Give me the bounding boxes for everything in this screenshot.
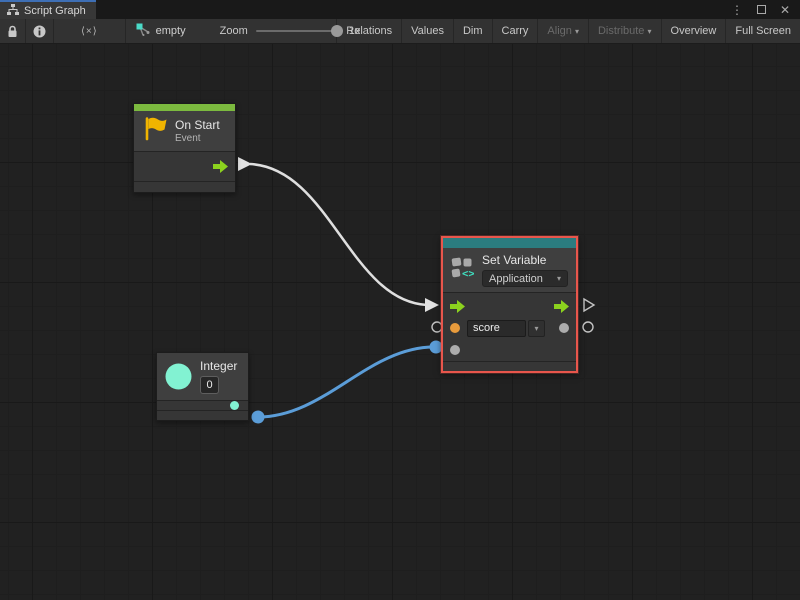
- info-button[interactable]: [26, 19, 54, 43]
- chevron-down-icon: ▾: [575, 27, 579, 36]
- control-input-port[interactable]: [450, 300, 465, 313]
- svg-text:<>: <>: [462, 268, 474, 278]
- output-port-outer-circle[interactable]: [583, 322, 593, 332]
- output-port-outer-triangle[interactable]: [584, 299, 594, 311]
- variable-name-row: score ▾: [443, 317, 576, 339]
- node-on-start[interactable]: On Start Event: [133, 103, 236, 193]
- info-icon: [33, 25, 46, 38]
- chevron-down-icon: ▾: [534, 324, 538, 333]
- variable-name-field[interactable]: score: [467, 320, 526, 337]
- control-output-port[interactable]: [554, 300, 569, 313]
- integer-title: Integer: [200, 359, 237, 373]
- script-graph-window: Script Graph ⋮ ✕ ⟨×⟩: [0, 0, 800, 600]
- variables-icon: <>: [451, 257, 474, 283]
- variable-name-value: score: [473, 322, 500, 334]
- value-input-row: [443, 339, 576, 361]
- zoom-slider[interactable]: [256, 30, 341, 32]
- on-start-strip: [134, 104, 235, 111]
- tab-script-graph[interactable]: Script Graph: [0, 0, 96, 19]
- zoom-label: Zoom: [220, 25, 248, 37]
- lock-icon: [7, 25, 18, 38]
- zoom-slider-handle[interactable]: [331, 25, 343, 37]
- value-input-port[interactable]: [450, 345, 460, 355]
- on-start-footer: [134, 182, 235, 192]
- value-wire-start-dot: [252, 411, 265, 424]
- node-set-variable[interactable]: <> Set Variable Application ▾: [441, 236, 578, 373]
- variable-scope-value: Application: [489, 273, 543, 285]
- integer-output-port[interactable]: [230, 401, 239, 410]
- integer-value: 0: [206, 379, 212, 391]
- set-variable-body: score ▾: [443, 293, 576, 361]
- integer-value-field[interactable]: 0: [200, 376, 219, 394]
- integer-body: [157, 401, 248, 410]
- kebab-menu-icon[interactable]: ⋮: [731, 4, 743, 16]
- set-variable-title: Set Variable: [482, 253, 568, 267]
- set-variable-header: <> Set Variable Application ▾: [443, 248, 576, 292]
- graph-canvas[interactable]: On Start Event: [0, 44, 800, 600]
- variable-name-dropdown-button[interactable]: ▾: [528, 320, 545, 337]
- value-output-port[interactable]: [559, 323, 569, 333]
- on-start-title: On Start: [175, 118, 220, 132]
- carry-button[interactable]: Carry: [493, 19, 539, 43]
- chevron-down-icon: ▾: [557, 274, 561, 283]
- set-variable-strip: [443, 238, 576, 248]
- wires-layer: [0, 44, 800, 600]
- relations-button[interactable]: Relations: [337, 19, 402, 43]
- window-controls: ⋮ ✕: [731, 0, 800, 19]
- value-wire[interactable]: [258, 347, 434, 417]
- align-label: Align: [547, 25, 571, 37]
- titlebar: Script Graph ⋮ ✕: [0, 0, 800, 19]
- graph-edge-icon: [136, 23, 150, 39]
- close-icon[interactable]: ✕: [780, 4, 790, 16]
- integer-footer: [157, 411, 248, 420]
- graph-info-and-zoom: empty Zoom 1x: [126, 19, 338, 43]
- zoom-control: Zoom 1x: [220, 25, 361, 37]
- integer-header: Integer 0: [157, 353, 248, 400]
- code-icon: ⟨×⟩: [63, 26, 116, 37]
- on-start-subtitle: Event: [175, 133, 220, 144]
- distribute-label: Distribute: [598, 25, 644, 37]
- integer-icon: [165, 363, 192, 390]
- flag-icon: [142, 116, 167, 146]
- graph-hierarchy-icon: [7, 4, 19, 18]
- on-start-body: [134, 152, 235, 181]
- chevron-down-icon: ▾: [648, 27, 652, 36]
- control-wire-start-arrow: [238, 157, 252, 171]
- tab-title: Script Graph: [24, 5, 86, 17]
- node-integer[interactable]: Integer 0: [156, 352, 249, 421]
- name-input-port[interactable]: [450, 323, 460, 333]
- control-port-row: [443, 295, 576, 317]
- code-preview-button[interactable]: ⟨×⟩: [54, 19, 126, 43]
- distribute-dropdown-button[interactable]: Distribute ▾: [589, 19, 662, 43]
- lock-button[interactable]: [0, 19, 26, 43]
- control-output-port[interactable]: [213, 160, 228, 173]
- control-wire-end-arrow: [425, 298, 439, 312]
- set-variable-footer: [443, 362, 576, 371]
- graph-toolbar: ⟨×⟩ empty Zoom 1x Relations Values: [0, 19, 800, 44]
- overview-button[interactable]: Overview: [662, 19, 727, 43]
- dim-button[interactable]: Dim: [454, 19, 493, 43]
- control-wire[interactable]: [250, 164, 427, 305]
- variable-scope-dropdown[interactable]: Application ▾: [482, 270, 568, 287]
- on-start-header: On Start Event: [134, 111, 235, 151]
- maximize-icon[interactable]: [757, 5, 766, 14]
- align-dropdown-button[interactable]: Align ▾: [538, 19, 589, 43]
- values-button[interactable]: Values: [402, 19, 454, 43]
- graph-name-label: empty: [156, 25, 186, 37]
- fullscreen-button[interactable]: Full Screen: [726, 19, 800, 43]
